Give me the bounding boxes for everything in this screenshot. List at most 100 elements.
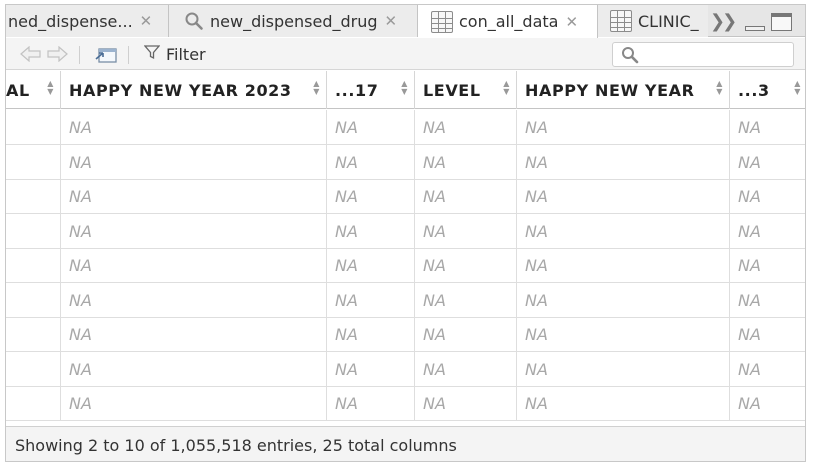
table-cell[interactable]	[6, 282, 61, 318]
table-cell[interactable]: NA	[61, 248, 327, 283]
back-arrow-icon[interactable]	[20, 46, 42, 62]
toolbar-divider	[128, 46, 129, 64]
table-cell[interactable]: NA	[327, 386, 415, 421]
tab-new-dispensed-drug[interactable]: new_dispensed_drug ✕	[169, 5, 418, 37]
table-cell[interactable]: NA	[517, 179, 730, 214]
tab-label: new_dispensed_drug	[210, 11, 378, 31]
table-cell[interactable]: NA	[61, 386, 327, 421]
column-header[interactable]: HAPPY NEW YEAR 2023 ▲ ▼	[61, 71, 327, 109]
maximize-icon[interactable]	[771, 13, 792, 31]
forward-arrow-icon[interactable]	[46, 46, 68, 62]
filter-button[interactable]: Filter	[143, 44, 206, 64]
table-cell[interactable]: NA	[730, 317, 805, 352]
table-cell[interactable]: NA	[415, 213, 517, 249]
sort-arrows-icon[interactable]: ▲ ▼	[401, 80, 408, 96]
table-cell[interactable]: NA	[730, 248, 805, 283]
close-icon[interactable]: ✕	[385, 12, 398, 30]
table-cell[interactable]: NA	[415, 248, 517, 283]
sort-arrows-icon[interactable]: ▲ ▼	[313, 80, 320, 96]
table-cell[interactable]: NA	[327, 213, 415, 249]
table-cell[interactable]: NA	[327, 351, 415, 387]
entries-status: Showing 2 to 10 of 1,055,518 entries, 25…	[15, 435, 457, 455]
table-header: AL ▲ ▼ HAPPY NEW YEAR 2023 ▲ ▼ ...17 ▲ ▼ LE…	[6, 71, 805, 109]
column-label: ...3	[738, 80, 770, 100]
table-cell[interactable]: NA	[61, 110, 327, 145]
sort-arrows-icon[interactable]: ▲ ▼	[503, 80, 510, 96]
table-cell[interactable]: NA	[517, 213, 730, 249]
tab-clinic[interactable]: CLINIC_	[598, 5, 708, 37]
table-grid-icon	[610, 10, 632, 32]
column-label: ...17	[335, 80, 379, 100]
sort-arrows-icon[interactable]: ▲ ▼	[47, 80, 54, 96]
table-cell[interactable]: NA	[415, 144, 517, 180]
sort-arrows-icon[interactable]: ▲ ▼	[716, 80, 723, 96]
table-cell[interactable]: NA	[327, 317, 415, 352]
filter-label: Filter	[166, 44, 206, 64]
column-header[interactable]: ...3 ▲ ▼	[730, 71, 805, 109]
status-bar: Showing 2 to 10 of 1,055,518 entries, 25…	[6, 426, 805, 461]
close-icon[interactable]: ✕	[565, 13, 578, 31]
table-cell[interactable]: NA	[415, 282, 517, 318]
more-tabs-chevron-icon[interactable]: ❯❯	[710, 11, 737, 32]
table-cell[interactable]	[6, 110, 61, 145]
table-cell[interactable]: NA	[61, 317, 327, 352]
table-row: NA NA NA NA NA	[6, 351, 805, 387]
table-cell[interactable]: NA	[61, 351, 327, 387]
column-header[interactable]: LEVEL ▲ ▼	[415, 71, 517, 109]
table-cell[interactable]: NA	[730, 145, 805, 180]
table-cell[interactable]: NA	[730, 214, 805, 249]
table-cell[interactable]	[6, 179, 61, 214]
table-cell[interactable]: NA	[61, 213, 327, 249]
table-cell[interactable]: NA	[517, 351, 730, 387]
table-cell[interactable]: NA	[517, 317, 730, 352]
table-cell[interactable]: NA	[517, 248, 730, 283]
tab-bar: ned_dispense... ✕ new_dispensed_drug ✕ c…	[6, 5, 805, 38]
close-icon[interactable]: ✕	[140, 12, 153, 30]
column-header[interactable]: AL ▲ ▼	[6, 71, 61, 109]
tab-ned-dispensed[interactable]: ned_dispense... ✕	[6, 5, 169, 37]
table-cell[interactable]: NA	[61, 282, 327, 318]
table-cell[interactable]: NA	[730, 179, 805, 214]
table-cell[interactable]	[6, 386, 61, 421]
table-cell[interactable]: NA	[517, 386, 730, 421]
table-cell[interactable]: NA	[327, 110, 415, 145]
table-row: NA NA NA NA NA	[6, 386, 805, 421]
table-cell[interactable]: NA	[327, 248, 415, 283]
table-cell[interactable]: NA	[517, 282, 730, 318]
table-row: NA NA NA NA NA	[6, 317, 805, 352]
column-header[interactable]: ...17 ▲ ▼	[327, 71, 415, 109]
column-header[interactable]: HAPPY NEW YEAR ▲ ▼	[517, 71, 730, 109]
table-cell[interactable]: NA	[730, 386, 805, 421]
toolbar-divider	[79, 46, 80, 64]
table-cell[interactable]: NA	[730, 352, 805, 387]
sort-arrows-icon[interactable]: ▲ ▼	[794, 80, 801, 96]
tab-con-all-data[interactable]: con_all_data ✕	[418, 5, 598, 38]
table-cell[interactable]: NA	[517, 110, 730, 145]
table-cell[interactable]: NA	[415, 317, 517, 352]
table-cell[interactable]	[6, 317, 61, 352]
table-cell[interactable]: NA	[415, 179, 517, 214]
column-label: LEVEL	[423, 80, 481, 100]
popout-window-icon[interactable]	[94, 44, 118, 64]
table-cell[interactable]: NA	[327, 179, 415, 214]
table-cell[interactable]	[6, 213, 61, 249]
table-cell[interactable]: NA	[730, 110, 805, 145]
table-cell[interactable]: NA	[415, 351, 517, 387]
table-cell[interactable]: NA	[730, 283, 805, 318]
table-cell[interactable]	[6, 248, 61, 283]
table-cell[interactable]: NA	[61, 144, 327, 180]
table-cell[interactable]: NA	[61, 179, 327, 214]
table-cell[interactable]	[6, 144, 61, 180]
table-cell[interactable]: NA	[327, 282, 415, 318]
table-cell[interactable]	[6, 351, 61, 387]
table-cell[interactable]: NA	[415, 110, 517, 145]
tab-label: con_all_data	[459, 12, 559, 31]
table-cell[interactable]: NA	[517, 144, 730, 180]
table-cell[interactable]: NA	[327, 144, 415, 180]
search-input[interactable]	[643, 45, 788, 64]
search-box[interactable]	[612, 42, 794, 67]
table-row: NA NA NA NA NA	[6, 144, 805, 180]
minimize-icon[interactable]	[745, 26, 765, 31]
table-cell[interactable]: NA	[415, 386, 517, 421]
data-viewer-window: ned_dispense... ✕ new_dispensed_drug ✕ c…	[5, 4, 806, 462]
